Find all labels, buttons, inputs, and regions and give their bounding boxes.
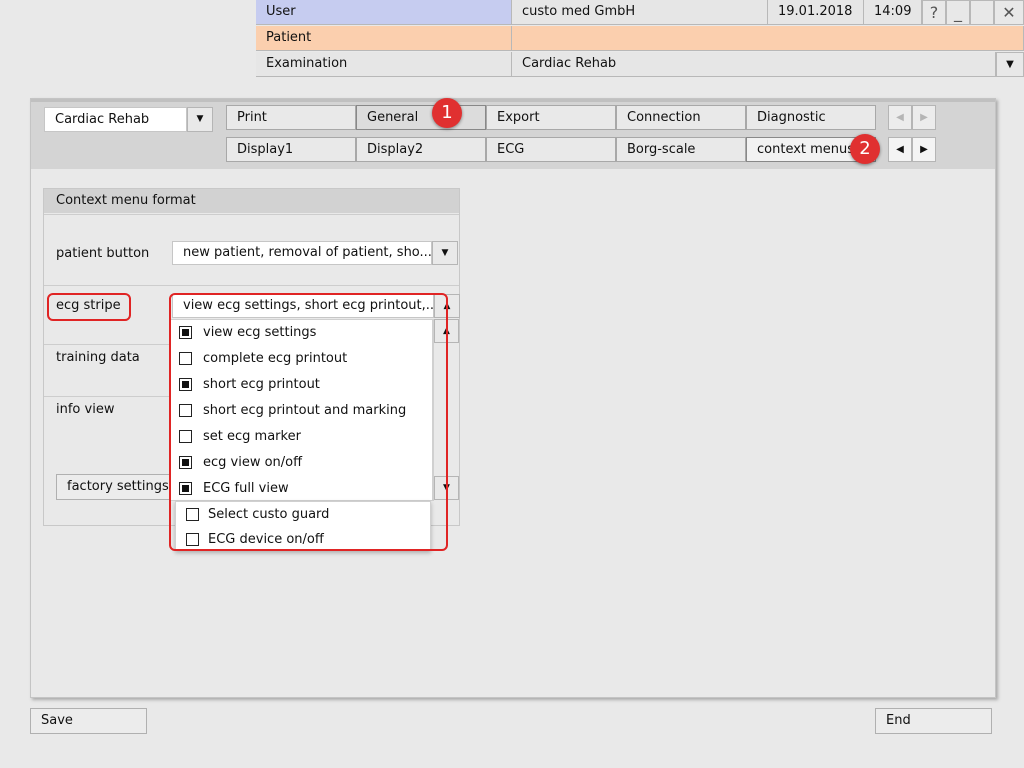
tab-borg-scale[interactable]: Borg-scale [616,137,746,162]
tab-general[interactable]: General [356,105,486,130]
section-title: Context menu format [44,189,459,213]
settings-toolbar: Cardiac Rehab ▼ Print General Export Con… [31,99,995,169]
save-button[interactable]: Save [30,708,147,734]
examination-label: Examination [256,52,512,77]
user-label: User [256,0,512,25]
profile-select[interactable]: Cardiac Rehab [44,107,187,132]
divider [44,285,459,286]
info-view-label: info view [56,402,115,417]
date-display: 19.01.2018 [768,0,864,25]
help-icon[interactable]: ? [922,0,946,25]
arrow-left-icon[interactable]: ◀ [888,105,912,130]
time-display: 14:09 [864,0,922,25]
divider [44,214,459,215]
patient-button-label: patient button [56,246,150,261]
tab-connection[interactable]: Connection [616,105,746,130]
arrow-right-icon[interactable]: ▶ [912,105,936,130]
examination-value[interactable]: Cardiac Rehab [512,52,996,77]
header-bar: User custo med GmbH 19.01.2018 14:09 ? _… [256,0,1024,78]
spacer-cell [970,0,994,25]
close-icon[interactable]: ✕ [994,0,1024,25]
chevron-down-icon[interactable]: ▼ [187,107,213,132]
tab-diagnostic[interactable]: Diagnostic [746,105,876,130]
training-data-label: training data [56,350,140,365]
tab-export[interactable]: Export [486,105,616,130]
tab-print[interactable]: Print [226,105,356,130]
examination-dropdown-icon[interactable]: ▼ [996,52,1024,77]
tab-display1[interactable]: Display1 [226,137,356,162]
arrow-right-icon[interactable]: ▶ [912,137,936,162]
arrow-left-icon[interactable]: ◀ [888,137,912,162]
chevron-down-icon[interactable]: ▼ [432,241,458,265]
patient-button-select[interactable]: new patient, removal of patient, sho... [172,241,432,265]
user-value: custo med GmbH [512,0,768,25]
tab-ecg[interactable]: ECG [486,137,616,162]
highlight-dropdown [169,293,448,551]
patient-label[interactable]: Patient [256,26,512,51]
minimize-icon[interactable]: _ [946,0,970,25]
patient-value[interactable] [512,26,1024,51]
end-button[interactable]: End [875,708,992,734]
factory-settings-button[interactable]: factory settings [56,474,186,500]
step-badge-1: 1 [432,98,462,128]
highlight-ecg-stripe-label [47,293,131,321]
tab-display2[interactable]: Display2 [356,137,486,162]
step-badge-2: 2 [850,134,880,164]
